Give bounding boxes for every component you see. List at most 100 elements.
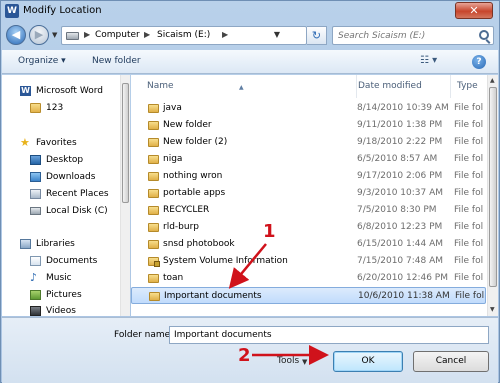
file-row-selected[interactable]: Important documents 10/6/2010 11:38 AM F… <box>131 287 486 304</box>
file-name: niga <box>163 154 183 164</box>
column-header-type[interactable]: Type <box>451 75 487 98</box>
nav-pane-scroll-thumb[interactable] <box>122 83 129 203</box>
file-date: 8/14/2010 10:39 AM <box>357 103 449 113</box>
nav-item-desktop[interactable]: Desktop <box>2 153 122 168</box>
breadcrumb-separator-icon[interactable]: ▶ <box>144 30 150 39</box>
computer-icon <box>66 32 79 40</box>
file-row[interactable]: RECYCLER 7/5/2010 8:30 PM File fol <box>131 202 486 219</box>
ok-button[interactable]: OK <box>333 351 403 372</box>
downloads-icon <box>30 172 41 182</box>
new-folder-button[interactable]: New folder <box>92 56 141 66</box>
library-icon <box>20 239 31 249</box>
back-button[interactable]: ◀ <box>6 25 26 45</box>
file-row[interactable]: rld-burp 6/8/2010 12:23 PM File fol <box>131 219 486 236</box>
nav-item-local-disk[interactable]: Local Disk (C) <box>2 204 122 219</box>
folder-icon <box>148 206 159 215</box>
file-row[interactable]: New folder 9/11/2010 1:38 PM File fol <box>131 117 486 134</box>
refresh-icon[interactable]: ↻ <box>307 26 327 45</box>
file-list-scrollbar[interactable]: ▲ ▼ <box>487 75 498 316</box>
scroll-down-icon[interactable]: ▼ <box>490 306 495 313</box>
organize-button[interactable]: Organize ▾ <box>18 56 66 66</box>
forward-button[interactable]: ▶ <box>29 25 49 45</box>
file-type: File fol <box>454 273 484 283</box>
file-date: 7/5/2010 8:30 PM <box>357 205 437 215</box>
address-row: ◀ ▶ ▼ ▶ Computer ▶ Sicaism (E:) ▶ ▼ ↻ <box>1 23 499 49</box>
documents-icon <box>30 256 41 266</box>
file-name: toan <box>163 273 184 283</box>
breadcrumb-separator-icon[interactable]: ▶ <box>222 30 228 39</box>
file-row[interactable]: nothing wron 9/17/2010 2:06 PM File fol <box>131 168 486 185</box>
file-row[interactable]: java 8/14/2010 10:39 AM File fol <box>131 100 486 117</box>
nav-pane-scrollbar[interactable] <box>120 75 130 316</box>
title-bar: W Modify Location ✕ <box>1 1 499 23</box>
breadcrumb-separator-icon[interactable]: ▶ <box>84 30 90 39</box>
file-name: Important documents <box>164 291 262 301</box>
column-header-name[interactable]: Name ▲ <box>141 75 357 98</box>
recent-pages-dropdown[interactable]: ▼ <box>52 31 57 39</box>
nav-item-label: Favorites <box>36 138 77 148</box>
nav-item-music[interactable]: ♪ Music <box>2 271 122 286</box>
file-row[interactable]: New folder (2) 9/18/2010 2:22 PM File fo… <box>131 134 486 151</box>
folder-name-input[interactable] <box>169 326 489 344</box>
word-app-icon: W <box>5 4 19 18</box>
file-name: RECYCLER <box>163 205 210 215</box>
nav-item-label: Desktop <box>46 155 84 165</box>
file-row[interactable]: snsd photobook 6/15/2010 1:44 AM File fo… <box>131 236 486 253</box>
file-name: New folder (2) <box>163 137 228 147</box>
file-row[interactable]: portable apps 9/3/2010 10:37 AM File fol <box>131 185 486 202</box>
tools-menu[interactable]: Tools <box>277 356 299 366</box>
desktop-icon <box>30 155 41 165</box>
help-icon[interactable]: ? <box>472 55 486 69</box>
command-bar: Organize ▾ New folder ☷ ▾ ? <box>2 50 498 74</box>
nav-item-label: Libraries <box>36 239 75 249</box>
file-date: 6/8/2010 12:23 PM <box>357 222 443 232</box>
close-button[interactable]: ✕ <box>455 2 493 19</box>
search-input[interactable] <box>333 27 471 44</box>
tools-dropdown-icon[interactable]: ▼ <box>302 358 307 366</box>
folder-name-label: Folder name: <box>114 330 174 340</box>
file-type: File fol <box>454 205 484 215</box>
nav-item-label: Music <box>46 273 72 283</box>
breadcrumb-computer[interactable]: Computer <box>95 30 140 40</box>
file-date: 6/5/2010 8:57 AM <box>357 154 438 164</box>
address-history-dropdown[interactable]: ▼ <box>274 30 280 39</box>
nav-item-123[interactable]: 123 <box>2 101 122 116</box>
file-type: File fol <box>454 103 484 113</box>
annotation-step-2: 2 <box>238 345 251 366</box>
breadcrumb-drive[interactable]: Sicaism (E:) <box>157 30 210 40</box>
file-row[interactable]: niga 6/5/2010 8:57 AM File fol <box>131 151 486 168</box>
folder-icon <box>148 121 159 130</box>
folder-icon <box>148 240 159 249</box>
nav-item-pictures[interactable]: Pictures <box>2 288 122 303</box>
folder-icon <box>148 104 159 113</box>
nav-item-recent-places[interactable]: Recent Places <box>2 187 122 202</box>
column-header-date[interactable]: Date modified <box>352 75 451 98</box>
nav-item-downloads[interactable]: Downloads <box>2 170 122 185</box>
search-icon[interactable] <box>479 30 489 40</box>
videos-icon <box>30 306 41 316</box>
change-view-icon[interactable]: ☷ ▾ <box>420 55 437 66</box>
nav-item-libraries[interactable]: Libraries <box>2 237 122 252</box>
scroll-up-icon[interactable]: ▲ <box>490 77 495 84</box>
recent-places-icon <box>30 189 41 199</box>
file-type: File fol <box>454 188 484 198</box>
nav-item-microsoft-word[interactable]: W Microsoft Word <box>2 84 122 99</box>
address-bar[interactable]: ▶ Computer ▶ Sicaism (E:) ▶ ▼ <box>61 26 307 45</box>
cancel-button[interactable]: Cancel <box>413 351 489 372</box>
music-icon: ♪ <box>30 271 38 284</box>
file-list-scroll-thumb[interactable] <box>489 87 497 287</box>
file-name: java <box>163 103 182 113</box>
nav-item-documents[interactable]: Documents <box>2 254 122 269</box>
folder-icon <box>148 274 159 283</box>
file-type: File fol <box>454 256 484 266</box>
nav-item-label: Recent Places <box>46 189 109 199</box>
file-type: File fol <box>454 137 484 147</box>
search-box[interactable] <box>332 26 494 45</box>
file-name: System Volume Information <box>163 256 288 266</box>
file-row[interactable]: System Volume Information 7/15/2010 7:48… <box>131 253 486 270</box>
nav-item-label: Pictures <box>46 290 82 300</box>
sort-ascending-icon: ▲ <box>239 84 244 91</box>
nav-item-label: 123 <box>46 103 64 113</box>
file-row[interactable]: toan 6/20/2010 12:46 PM File fol <box>131 270 486 287</box>
nav-item-favorites[interactable]: ★ Favorites <box>2 136 122 151</box>
